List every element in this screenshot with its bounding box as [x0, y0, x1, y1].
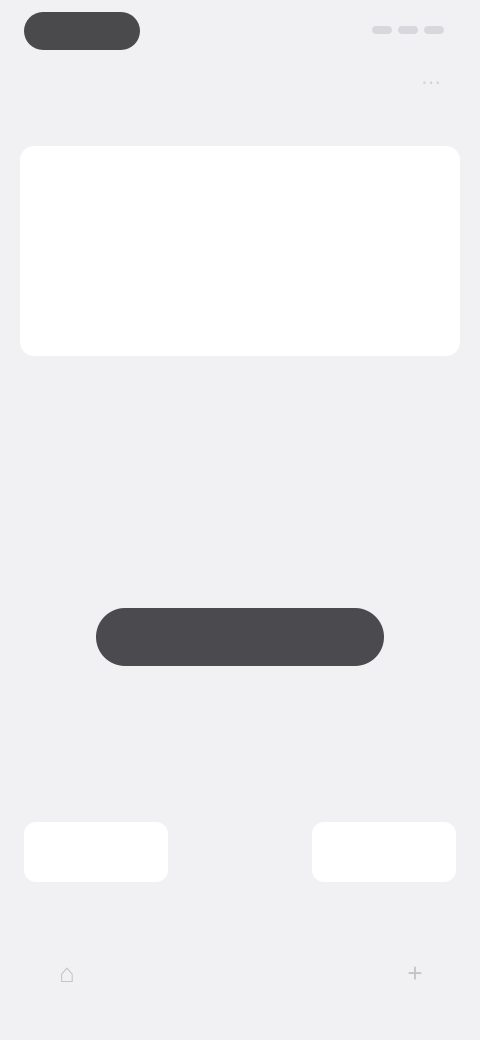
status-time-pill — [24, 12, 140, 50]
wifi-icon — [398, 26, 418, 34]
primary-action-button[interactable] — [96, 608, 384, 666]
add-icon[interactable]: + — [398, 956, 432, 990]
home-icon[interactable]: ⌂ — [50, 956, 84, 990]
more-icon[interactable]: ⋯ — [420, 72, 442, 94]
top-card[interactable] — [20, 146, 460, 356]
battery-icon — [424, 26, 444, 34]
segmented-control — [24, 822, 456, 882]
segment-middle[interactable] — [168, 822, 312, 882]
segment-left[interactable] — [24, 822, 168, 882]
signal-icon — [372, 26, 392, 34]
segment-right[interactable] — [312, 822, 456, 882]
nav-header: ⋯ — [0, 60, 480, 108]
tab-bar: ⌂ + — [0, 940, 480, 1010]
status-indicators — [372, 20, 444, 40]
status-bar — [0, 0, 480, 64]
